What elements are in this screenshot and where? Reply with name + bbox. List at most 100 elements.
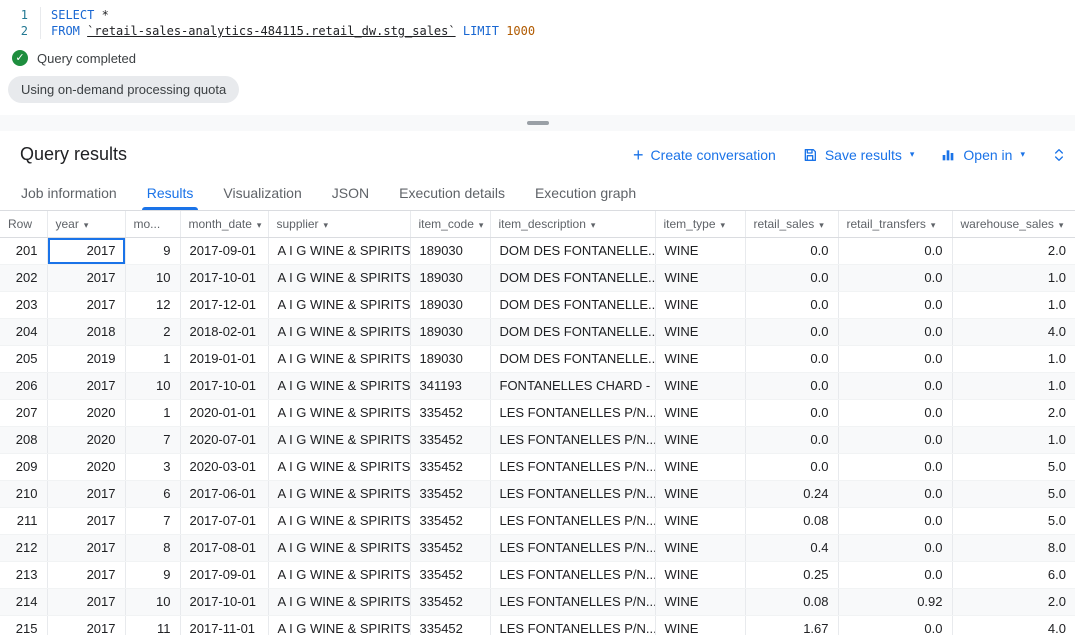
table-cell[interactable]: 1.0 bbox=[952, 345, 1075, 372]
table-cell[interactable]: 7 bbox=[125, 507, 180, 534]
table-cell[interactable]: 4.0 bbox=[952, 615, 1075, 635]
table-cell[interactable]: A I G WINE & SPIRITS bbox=[268, 534, 410, 561]
table-cell[interactable]: LES FONTANELLES P/N... bbox=[490, 507, 655, 534]
table-cell[interactable]: 2.0 bbox=[952, 237, 1075, 264]
table-cell[interactable]: 2017 bbox=[47, 534, 125, 561]
column-header-month-date[interactable]: month_date▾ bbox=[180, 211, 268, 237]
table-cell[interactable]: 2017 bbox=[47, 588, 125, 615]
table-cell[interactable]: 0.0 bbox=[838, 453, 952, 480]
table-cell[interactable]: 0.0 bbox=[745, 345, 838, 372]
tab-execution-graph[interactable]: Execution graph bbox=[520, 176, 651, 210]
sql-editor[interactable]: 1SELECT *2FROM `retail-sales-analytics-4… bbox=[0, 0, 1075, 42]
table-cell[interactable]: 9 bbox=[125, 561, 180, 588]
table-cell[interactable]: 2020-01-01 bbox=[180, 399, 268, 426]
table-cell[interactable]: 2.0 bbox=[952, 399, 1075, 426]
table-cell[interactable]: WINE bbox=[655, 318, 745, 345]
column-menu-arrow-icon[interactable]: ▾ bbox=[257, 220, 262, 230]
table-cell[interactable]: 1.0 bbox=[952, 291, 1075, 318]
table-cell[interactable]: 189030 bbox=[410, 237, 490, 264]
table-cell[interactable]: A I G WINE & SPIRITS bbox=[268, 372, 410, 399]
table-cell[interactable]: A I G WINE & SPIRITS bbox=[268, 399, 410, 426]
table-cell[interactable]: 335452 bbox=[410, 615, 490, 635]
tab-execution-details[interactable]: Execution details bbox=[384, 176, 520, 210]
table-cell[interactable]: 0.0 bbox=[745, 237, 838, 264]
table-cell[interactable]: 2017 bbox=[47, 237, 125, 264]
table-cell[interactable]: 0.0 bbox=[838, 615, 952, 635]
table-cell[interactable]: 2017 bbox=[47, 561, 125, 588]
table-cell[interactable]: DOM DES FONTANELLE... bbox=[490, 264, 655, 291]
column-menu-arrow-icon[interactable]: ▾ bbox=[591, 220, 596, 230]
table-cell[interactable]: WINE bbox=[655, 615, 745, 635]
table-cell[interactable]: 8.0 bbox=[952, 534, 1075, 561]
table-cell[interactable]: 2017 bbox=[47, 507, 125, 534]
column-header-warehouse-sales[interactable]: warehouse_sales▾ bbox=[952, 211, 1075, 237]
table-cell[interactable]: 0.0 bbox=[838, 534, 952, 561]
table-cell[interactable]: 9 bbox=[125, 237, 180, 264]
column-menu-arrow-icon[interactable]: ▾ bbox=[721, 220, 726, 230]
table-cell[interactable]: 4.0 bbox=[952, 318, 1075, 345]
table-cell[interactable]: DOM DES FONTANELLE... bbox=[490, 291, 655, 318]
table-cell[interactable]: 2017 bbox=[47, 264, 125, 291]
table-cell[interactable]: 5.0 bbox=[952, 507, 1075, 534]
table-cell[interactable]: A I G WINE & SPIRITS bbox=[268, 561, 410, 588]
table-cell[interactable]: 0.0 bbox=[745, 318, 838, 345]
table-cell[interactable]: 335452 bbox=[410, 480, 490, 507]
column-header-retail-transfers[interactable]: retail_transfers▾ bbox=[838, 211, 952, 237]
table-cell[interactable]: 0.0 bbox=[838, 291, 952, 318]
table-cell[interactable]: 2017-09-01 bbox=[180, 237, 268, 264]
save-results-button[interactable]: Save results ▾ bbox=[802, 147, 915, 163]
table-cell[interactable]: 0.08 bbox=[745, 507, 838, 534]
table-cell[interactable]: 0.0 bbox=[838, 399, 952, 426]
table-cell[interactable]: A I G WINE & SPIRITS bbox=[268, 237, 410, 264]
collapse-panel-button[interactable] bbox=[1051, 147, 1067, 163]
open-in-button[interactable]: Open in ▾ bbox=[940, 147, 1025, 163]
table-cell[interactable]: 2017-11-01 bbox=[180, 615, 268, 635]
table-cell[interactable]: WINE bbox=[655, 588, 745, 615]
column-menu-arrow-icon[interactable]: ▾ bbox=[931, 220, 936, 230]
table-cell[interactable]: A I G WINE & SPIRITS bbox=[268, 588, 410, 615]
table-cell[interactable]: WINE bbox=[655, 507, 745, 534]
table-cell[interactable]: 2017 bbox=[47, 291, 125, 318]
table-cell[interactable]: 1.67 bbox=[745, 615, 838, 635]
table-cell[interactable]: 189030 bbox=[410, 291, 490, 318]
table-cell[interactable]: 5.0 bbox=[952, 480, 1075, 507]
table-cell[interactable]: 2017-06-01 bbox=[180, 480, 268, 507]
table-cell[interactable]: A I G WINE & SPIRITS bbox=[268, 264, 410, 291]
editor-line[interactable]: 2FROM `retail-sales-analytics-484115.ret… bbox=[0, 23, 1075, 39]
splitter-drag-handle[interactable] bbox=[527, 121, 549, 125]
column-menu-arrow-icon[interactable]: ▾ bbox=[324, 220, 329, 230]
table-cell[interactable]: 0.0 bbox=[838, 480, 952, 507]
table-cell[interactable]: 2019-01-01 bbox=[180, 345, 268, 372]
table-cell[interactable]: A I G WINE & SPIRITS bbox=[268, 318, 410, 345]
table-cell[interactable]: DOM DES FONTANELLE... bbox=[490, 345, 655, 372]
column-header-year[interactable]: year▾ bbox=[47, 211, 125, 237]
table-cell[interactable]: 1.0 bbox=[952, 372, 1075, 399]
table-cell[interactable]: 2020 bbox=[47, 453, 125, 480]
table-cell[interactable]: 189030 bbox=[410, 264, 490, 291]
table-cell[interactable]: LES FONTANELLES P/N... bbox=[490, 480, 655, 507]
table-cell[interactable]: 0.0 bbox=[838, 318, 952, 345]
table-cell[interactable]: LES FONTANELLES P/N... bbox=[490, 561, 655, 588]
table-cell[interactable]: 2017-10-01 bbox=[180, 372, 268, 399]
table-cell[interactable]: 2017 bbox=[47, 480, 125, 507]
table-cell[interactable]: A I G WINE & SPIRITS bbox=[268, 507, 410, 534]
table-cell[interactable]: 0.0 bbox=[745, 372, 838, 399]
table-cell[interactable]: 0.0 bbox=[838, 237, 952, 264]
tab-results[interactable]: Results bbox=[132, 176, 209, 210]
table-cell[interactable]: A I G WINE & SPIRITS bbox=[268, 453, 410, 480]
table-cell[interactable]: LES FONTANELLES P/N... bbox=[490, 534, 655, 561]
table-cell[interactable]: 2 bbox=[125, 318, 180, 345]
table-cell[interactable]: WINE bbox=[655, 453, 745, 480]
table-cell[interactable]: 2018 bbox=[47, 318, 125, 345]
table-cell[interactable]: 0.08 bbox=[745, 588, 838, 615]
column-header-supplier[interactable]: supplier▾ bbox=[268, 211, 410, 237]
table-cell[interactable]: 7 bbox=[125, 426, 180, 453]
column-menu-arrow-icon[interactable]: ▾ bbox=[84, 220, 89, 230]
table-cell[interactable]: WINE bbox=[655, 345, 745, 372]
column-menu-arrow-icon[interactable]: ▾ bbox=[819, 220, 824, 230]
table-cell[interactable]: DOM DES FONTANELLE... bbox=[490, 237, 655, 264]
table-cell[interactable]: 5.0 bbox=[952, 453, 1075, 480]
table-cell[interactable]: 6.0 bbox=[952, 561, 1075, 588]
table-cell[interactable]: 11 bbox=[125, 615, 180, 635]
table-cell[interactable]: LES FONTANELLES P/N... bbox=[490, 588, 655, 615]
